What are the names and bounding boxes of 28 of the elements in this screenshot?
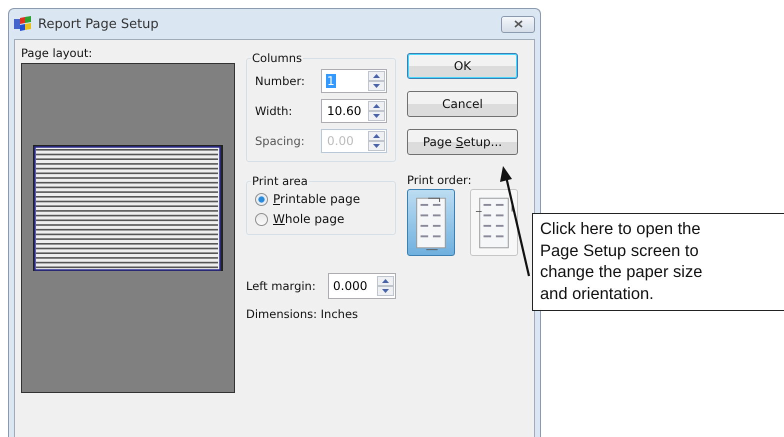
spin-arrows-icon[interactable] [368,101,385,121]
print-order-label: Print order: [407,173,472,187]
close-button[interactable] [501,16,535,32]
callout-text: and orientation. [540,284,655,304]
field-label: Number: [255,74,305,88]
radio-option[interactable]: Printable page [255,192,387,206]
page-layout-label: Page layout: [21,46,94,60]
callout-text: change the paper size [540,262,704,283]
spin-field[interactable]: 10.60 [321,99,387,123]
app-icon [14,16,32,32]
group-title: Columns [251,51,304,65]
radio-option[interactable]: Whole page [255,212,387,226]
group-title: Print area [251,174,309,188]
spin-arrows-icon[interactable] [368,71,385,91]
close-icon [514,20,522,28]
callout-text: Click here to open the [540,219,702,240]
dimensions-label: Dimensions: Inches [246,307,360,321]
dialog-button[interactable]: Cancel [407,91,518,117]
spin-field[interactable]: 0.000 [328,273,396,299]
print-order-button[interactable] [470,189,518,256]
dialog-button[interactable]: Page Setup... [407,129,518,155]
left-margin-label: Left margin: [246,279,316,293]
field-label: Width: [255,104,292,118]
field-label: Spacing: [255,134,305,148]
spin-arrows-icon[interactable] [377,276,394,296]
callout-text: Page Setup screen to [540,240,700,262]
dialog-button[interactable]: OK [407,53,518,79]
window-title: Report Page Setup [38,16,160,32]
